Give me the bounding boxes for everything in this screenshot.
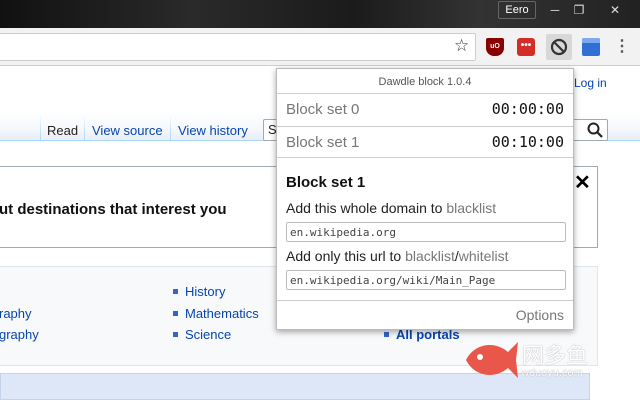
domain-blacklist-link[interactable]: blacklist	[446, 200, 496, 216]
add-domain-line: Add this whole domain to blacklist	[286, 200, 496, 216]
watermark-text: 网多鱼	[522, 343, 589, 368]
address-bar[interactable]	[0, 33, 476, 61]
popup-title: Dawdle block 1.0.4	[378, 76, 472, 88]
tab-separator	[84, 115, 85, 141]
window-titlebar: Eero ─ ❐ ✕	[0, 0, 640, 28]
url-blacklist-link[interactable]: blacklist	[405, 248, 455, 264]
minimize-icon[interactable]: ─	[545, 2, 565, 18]
ublock-origin-icon[interactable]: uO	[486, 38, 504, 56]
lastpass-icon[interactable]: •••	[517, 38, 535, 56]
bullet-icon	[384, 332, 389, 337]
dawdle-block-icon[interactable]	[546, 34, 572, 60]
bullet-icon	[173, 289, 178, 294]
options-link[interactable]: Options	[516, 307, 564, 323]
banner-text: ut destinations that interest you	[0, 201, 227, 218]
bullet-icon	[173, 311, 178, 316]
block-set-row[interactable]: Block set 0 00:00:00	[277, 93, 573, 125]
profile-button[interactable]: Eero	[498, 1, 536, 19]
browser-menu-icon[interactable]: ⋮	[614, 37, 630, 57]
bookmark-star-icon[interactable]: ☆	[454, 37, 469, 55]
bullet-icon	[173, 332, 178, 337]
blue-extension-icon[interactable]	[582, 38, 600, 56]
tab-view-source[interactable]: View source	[92, 123, 163, 138]
selected-block-set-title: Block set 1	[286, 174, 366, 191]
portal-link-geography[interactable]: raphy	[0, 306, 32, 321]
domain-field[interactable]: en.wikipedia.org	[286, 222, 566, 242]
search-icon[interactable]	[586, 121, 604, 139]
tab-read[interactable]: Read	[47, 123, 78, 138]
add-domain-label: Add this whole domain to	[286, 200, 443, 216]
block-set-timer: 00:10:00	[491, 133, 564, 151]
add-url-line: Add only this url to blacklist/whitelist	[286, 248, 509, 264]
block-set-timer: 00:00:00	[491, 100, 564, 118]
portal-link-mathematics[interactable]: Mathematics	[185, 306, 259, 321]
block-set-name: Block set 0	[286, 101, 360, 118]
tab-view-history[interactable]: View history	[178, 123, 248, 138]
portal-link-history[interactable]: History	[185, 284, 225, 299]
tab-separator	[170, 115, 171, 141]
block-set-row[interactable]: Block set 1 00:10:00	[277, 126, 573, 158]
block-set-name: Block set 1	[286, 134, 360, 151]
url-whitelist-link[interactable]: whitelist	[459, 248, 509, 264]
url-field[interactable]: en.wikipedia.org/wiki/Main_Page	[286, 270, 566, 290]
close-icon[interactable]: ✕	[574, 173, 591, 193]
browser-toolbar: ☆ uO ••• ⋮	[0, 28, 640, 66]
close-window-icon[interactable]: ✕	[600, 2, 630, 18]
restore-icon[interactable]: ❐	[569, 2, 589, 18]
options-row: Options	[277, 300, 573, 329]
portal-link-science[interactable]: Science	[185, 327, 231, 342]
dawdle-block-popup: Dawdle block 1.0.4 Block set 0 00:00:00 …	[276, 68, 574, 330]
add-url-label: Add only this url to	[286, 248, 402, 264]
watermark-subtext: wduoyu.com	[521, 367, 583, 379]
login-link[interactable]: Log in	[574, 76, 607, 90]
tab-separator	[40, 115, 41, 141]
portal-link-biography[interactable]: graphy	[0, 327, 39, 342]
